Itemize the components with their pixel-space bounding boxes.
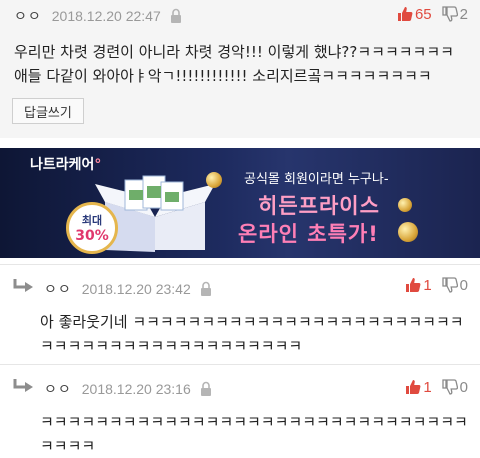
thumbs-up-icon — [406, 278, 421, 292]
upvote-count: 1 — [423, 378, 432, 396]
reply-author[interactable]: ㅇㅇ — [44, 379, 72, 399]
thumbs-up-icon — [397, 7, 413, 21]
reply-arrow-icon — [13, 279, 33, 292]
ad-subtitle: 공식몰 회원이라면 누구나- — [244, 172, 389, 187]
reply-meta: ㅇㅇ 2018.12.20 23:16 — [44, 379, 213, 399]
reply-button[interactable]: 답글쓰기 — [12, 98, 84, 124]
upvote-button[interactable]: 65 — [397, 6, 432, 23]
reply-votes: 1 0 — [395, 275, 468, 295]
report-icon[interactable] — [169, 8, 183, 24]
downvote-button[interactable]: 0 — [442, 379, 468, 396]
reply-date: 2018.12.20 23:42 — [81, 281, 191, 297]
reply-arrow-icon — [13, 379, 33, 392]
report-icon[interactable] — [199, 281, 213, 297]
upvote-count: 1 — [423, 276, 432, 294]
comment-text: 우리만 차렷 경련이 아니라 차렷 경악!!! 이렇게 했냐??ㅋㅋㅋㅋㅋㅋㅋ … — [14, 43, 454, 85]
discount-badge: 최대 30% — [66, 202, 118, 254]
ad-brand-logo: 나트라케어° — [30, 157, 102, 173]
reply-meta: ㅇㅇ 2018.12.20 23:42 — [44, 279, 213, 299]
divider — [0, 264, 480, 265]
ad-headline-2: 온라인 초특가! — [238, 222, 379, 246]
upvote-button[interactable]: 1 — [405, 276, 432, 294]
divider — [0, 364, 480, 365]
thumbs-down-icon — [442, 379, 458, 395]
comment-author[interactable]: ㅇㅇ — [14, 6, 42, 26]
upvote-button[interactable]: 1 — [405, 378, 432, 396]
thumbs-down-icon — [442, 277, 458, 293]
coin-icon — [206, 172, 222, 188]
thumbs-down-icon — [442, 6, 458, 22]
reply-text: 아 좋라웃기네 ㅋㅋㅋㅋㅋㅋㅋㅋㅋㅋㅋㅋㅋㅋㅋㅋㅋㅋㅋㅋㅋㅋㅋㅋㅋㅋㅋㅋㅋㅋㅋㅋ… — [40, 313, 464, 355]
coin-icon — [398, 222, 418, 242]
comment-date: 2018.12.20 22:47 — [51, 8, 161, 24]
downvote-button[interactable]: 0 — [442, 277, 468, 294]
downvote-count: 0 — [459, 378, 468, 396]
reply-text: ㅋㅋㅋㅋㅋㅋㅋㅋㅋㅋㅋㅋㅋㅋㅋㅋㅋㅋㅋㅋㅋㅋㅋㅋㅋㅋㅋㅋㅋㅋㅋㅋㅋㅋㅋ — [40, 413, 468, 455]
reply-votes: 1 0 — [395, 377, 468, 397]
coin-icon — [398, 198, 412, 212]
comment-meta: ㅇㅇ 2018.12.20 22:47 — [14, 6, 183, 26]
ad-banner[interactable]: 나트라케어° 최대 30% 공식몰 회원이라면 누구나- 히든프라이스 온라인 … — [0, 148, 480, 258]
reply-author[interactable]: ㅇㅇ — [44, 279, 72, 299]
downvote-button[interactable]: 2 — [442, 6, 468, 23]
ad-headline: 히든프라이스 — [258, 194, 380, 218]
report-icon[interactable] — [199, 381, 213, 397]
upvote-count: 65 — [414, 5, 432, 23]
top-comment: ㅇㅇ 2018.12.20 22:47 65 2 우리만 차렷 경련이 아니라 … — [0, 0, 480, 138]
thumbs-up-icon — [406, 380, 421, 394]
downvote-count: 0 — [459, 276, 468, 294]
downvote-count: 2 — [459, 5, 468, 23]
reply-date: 2018.12.20 23:16 — [81, 381, 191, 397]
comment-votes: 65 2 — [387, 4, 468, 24]
